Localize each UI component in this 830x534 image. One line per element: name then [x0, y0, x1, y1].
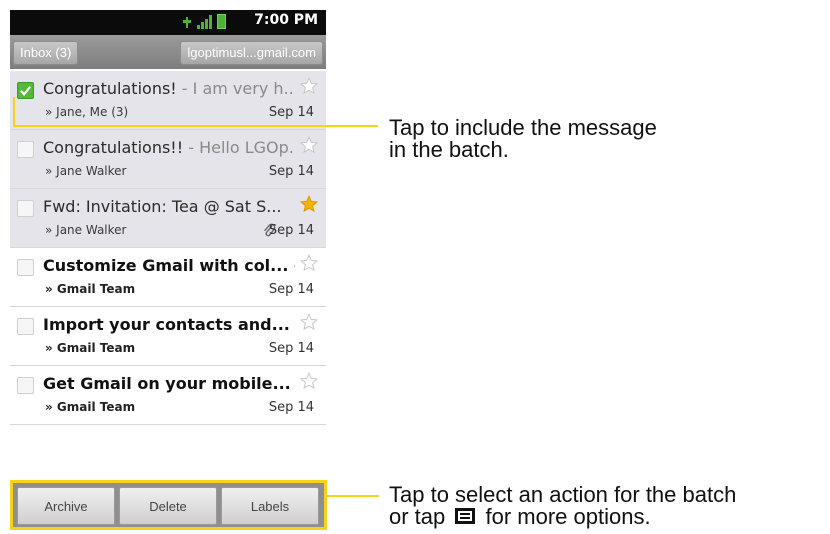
- message-sender: » Gmail Team: [45, 282, 136, 296]
- message-sender: » Jane Walker: [45, 223, 127, 237]
- usb-debug-icon: [182, 15, 192, 29]
- message-row[interactable]: Congratulations!! - Hello LGOp... » Jane …: [10, 130, 326, 189]
- message-date: Sep 14: [268, 341, 314, 356]
- subject-text: Congratulations!!: [43, 138, 184, 157]
- message-subject: Fwd: Invitation: Tea @ Sat S...: [43, 197, 295, 216]
- star-icon[interactable]: [300, 313, 318, 331]
- message-checkbox[interactable]: [17, 377, 34, 394]
- message-date: Sep 14: [268, 223, 314, 238]
- callout-leader-horizontal: [13, 125, 378, 127]
- snippet-text: - Hello LGOp...: [183, 138, 295, 157]
- star-icon[interactable]: [300, 195, 318, 213]
- callout-leader-vertical: [13, 97, 15, 127]
- callout-action: Tap to select an action for the batch or…: [389, 484, 736, 528]
- account-label[interactable]: lgoptimusl...gmail.com: [180, 41, 323, 65]
- callout-action-line1: Tap to select an action for the batch: [389, 482, 737, 507]
- subject-text: Fwd: Invitation: Tea @ Sat S...: [43, 197, 282, 216]
- status-icons: [182, 14, 226, 29]
- callout-include-line1: Tap to include the message: [389, 115, 657, 140]
- message-checkbox[interactable]: [17, 82, 34, 99]
- message-sender: » Jane, Me (3): [45, 105, 129, 119]
- message-date: Sep 14: [268, 400, 314, 415]
- inbox-label-button[interactable]: Inbox (3): [13, 41, 79, 65]
- message-subject: Congratulations!! - Hello LGOp...: [43, 138, 295, 157]
- message-subject: Congratulations! - I am very h...: [43, 79, 295, 98]
- subject-text: Get Gmail on your mobile...: [43, 374, 291, 393]
- message-checkbox[interactable]: [17, 259, 34, 276]
- snippet-text: - I am very h...: [176, 79, 295, 98]
- phone-screen: 7:00 PM Inbox (3) lgoptimusl...gmail.com…: [10, 10, 326, 430]
- message-sender: » Gmail Team: [45, 341, 136, 355]
- batch-action-bar: Archive Delete Labels: [10, 480, 327, 530]
- callout-include: Tap to include the message in the batch.: [389, 117, 657, 161]
- archive-button[interactable]: Archive: [17, 487, 115, 525]
- message-date: Sep 14: [268, 282, 314, 297]
- message-row[interactable]: Get Gmail on your mobile... » Gmail Team S…: [10, 366, 326, 425]
- message-subject: Import your contacts and...: [43, 315, 295, 334]
- callout-leader-batch: [327, 495, 379, 497]
- message-date: Sep 14: [268, 164, 314, 179]
- message-date: Sep 14: [268, 105, 314, 120]
- snippet-text: -...: [288, 256, 295, 275]
- labels-button[interactable]: Labels: [221, 487, 319, 525]
- message-subject: Get Gmail on your mobile...: [43, 374, 295, 393]
- subject-text: Congratulations!: [43, 79, 177, 98]
- message-checkbox[interactable]: [17, 318, 34, 335]
- callout-include-line2: in the batch.: [389, 137, 509, 162]
- battery-icon: [217, 14, 226, 29]
- callout-action-line2-start: or tap: [389, 504, 452, 529]
- star-icon[interactable]: [300, 77, 318, 95]
- message-row[interactable]: Fwd: Invitation: Tea @ Sat S... » Jane Wa…: [10, 189, 326, 248]
- message-row[interactable]: Customize Gmail with col... -... » Gmail …: [10, 248, 326, 307]
- message-row[interactable]: Congratulations! - I am very h... » Jane,…: [10, 71, 326, 130]
- delete-button[interactable]: Delete: [119, 487, 217, 525]
- callout-action-line2-end: for more options.: [479, 504, 651, 529]
- menu-key-icon: [455, 508, 476, 525]
- checkmark-icon: [20, 86, 32, 96]
- message-sender: » Jane Walker: [45, 164, 127, 178]
- star-icon[interactable]: [300, 254, 318, 272]
- title-bar: Inbox (3) lgoptimusl...gmail.com: [10, 35, 326, 69]
- message-sender: » Gmail Team: [45, 400, 136, 414]
- message-checkbox[interactable]: [17, 141, 34, 158]
- status-time: 7:00 PM: [254, 12, 318, 28]
- message-checkbox[interactable]: [17, 200, 34, 217]
- subject-text: Import your contacts and...: [43, 315, 290, 334]
- signal-icon: [197, 15, 212, 29]
- star-icon[interactable]: [300, 136, 318, 154]
- callout-action-line2: or tap for more options.: [389, 506, 736, 528]
- message-row[interactable]: Import your contacts and... » Gmail Team S…: [10, 307, 326, 366]
- status-bar: 7:00 PM: [10, 10, 326, 35]
- star-icon[interactable]: [300, 372, 318, 390]
- message-subject: Customize Gmail with col... -...: [43, 256, 295, 275]
- subject-text: Customize Gmail with col...: [43, 256, 289, 275]
